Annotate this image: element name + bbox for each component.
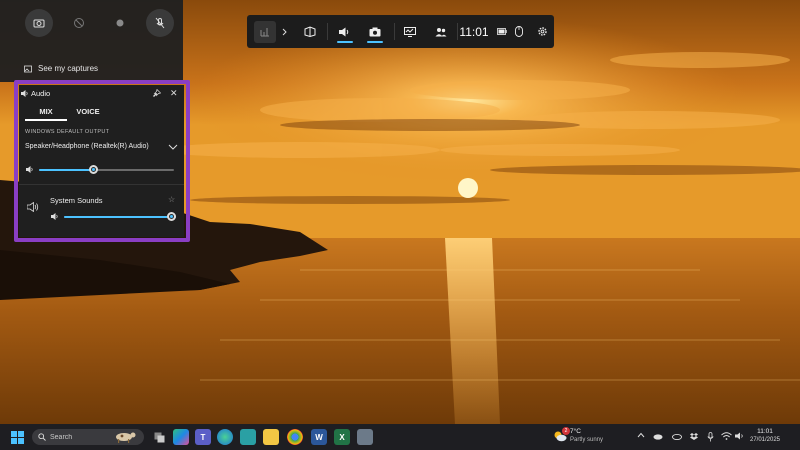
weather-widget[interactable]: 2 7°C Partly sunny: [553, 427, 633, 447]
gamebar-social-button[interactable]: [428, 15, 454, 48]
chevron-up-icon[interactable]: [637, 432, 645, 438]
task-view-button[interactable]: [151, 429, 167, 445]
widget-store-icon: [304, 26, 316, 37]
see-captures-link[interactable]: See my captures: [24, 64, 98, 73]
file-explorer-icon[interactable]: [263, 429, 279, 445]
search-highlight-image: [116, 432, 136, 443]
gamebar-audio-button[interactable]: [331, 15, 359, 48]
camera-icon: [369, 27, 381, 36]
excel-icon[interactable]: X: [334, 429, 350, 445]
weather-badge: 2: [562, 427, 570, 435]
widget-menu-icon: [260, 27, 269, 36]
gamebar-widget-store-button[interactable]: [299, 15, 321, 48]
chevron-right-icon: [282, 28, 287, 35]
gamebar-time: 11:01: [459, 24, 489, 39]
gear-icon: [537, 27, 547, 36]
start-recording-button[interactable]: [106, 9, 134, 37]
onedrive-icon[interactable]: [653, 432, 663, 440]
capture-widget: See my captures: [0, 0, 183, 82]
notepad-icon[interactable]: [240, 429, 256, 445]
microphone-toggle-button[interactable]: [146, 9, 174, 37]
gamebar-settings-button[interactable]: [534, 15, 550, 48]
windows-icon: [10, 430, 24, 444]
gamebar-performance-button[interactable]: [397, 15, 423, 48]
people-icon: [435, 27, 447, 36]
gamebar-battery: [495, 15, 509, 48]
gamebar-clock: 11:01: [459, 15, 489, 48]
gamebar-expand-button[interactable]: [279, 15, 289, 48]
mouse-icon: [515, 26, 523, 37]
clock-time: 11:01: [757, 428, 773, 435]
gamebar-controller: [512, 15, 526, 48]
cloud-icon[interactable]: [672, 432, 682, 440]
highlight-frame: [14, 80, 190, 242]
taskbar: T W X 2 7°C Partly sunny 11:01 27/01/202…: [0, 424, 800, 450]
teams-icon[interactable]: T: [195, 429, 211, 445]
volume-tray-icon[interactable]: [735, 432, 745, 440]
word-icon[interactable]: W: [311, 429, 327, 445]
battery-icon: [497, 28, 507, 35]
start-button[interactable]: [9, 429, 25, 445]
clock-date: 27/01/2025: [749, 437, 781, 443]
microphone-icon[interactable]: [707, 432, 714, 442]
weather-temp: 7°C: [570, 428, 581, 435]
taskbar-search[interactable]: [32, 429, 144, 445]
search-icon: [38, 433, 46, 441]
gamebar-home-button[interactable]: [253, 15, 277, 48]
copilot-icon[interactable]: [173, 429, 189, 445]
taskbar-clock[interactable]: 11:01 27/01/2025: [745, 428, 785, 443]
record-dot-icon: [116, 19, 124, 27]
search-input[interactable]: [50, 433, 110, 441]
game-bar: 11:01: [247, 15, 554, 48]
weather-condition: Partly sunny: [570, 437, 604, 443]
dropbox-icon[interactable]: [690, 432, 698, 441]
performance-icon: [404, 26, 416, 37]
wifi-icon[interactable]: [721, 432, 732, 440]
see-captures-label: See my captures: [38, 64, 99, 73]
record-last-30-button[interactable]: [65, 9, 93, 37]
chrome-icon[interactable]: [287, 429, 303, 445]
record-last-icon: [74, 18, 84, 28]
screenshot-button[interactable]: [25, 9, 53, 37]
task-view-icon: [154, 432, 164, 442]
edge-icon[interactable]: [217, 429, 233, 445]
calculator-icon[interactable]: [357, 429, 373, 445]
camera-icon: [33, 19, 45, 28]
mic-off-icon: [155, 17, 165, 29]
volume-icon: [339, 27, 349, 36]
gamebar-capture-button[interactable]: [361, 15, 389, 48]
gallery-icon: [24, 65, 32, 72]
